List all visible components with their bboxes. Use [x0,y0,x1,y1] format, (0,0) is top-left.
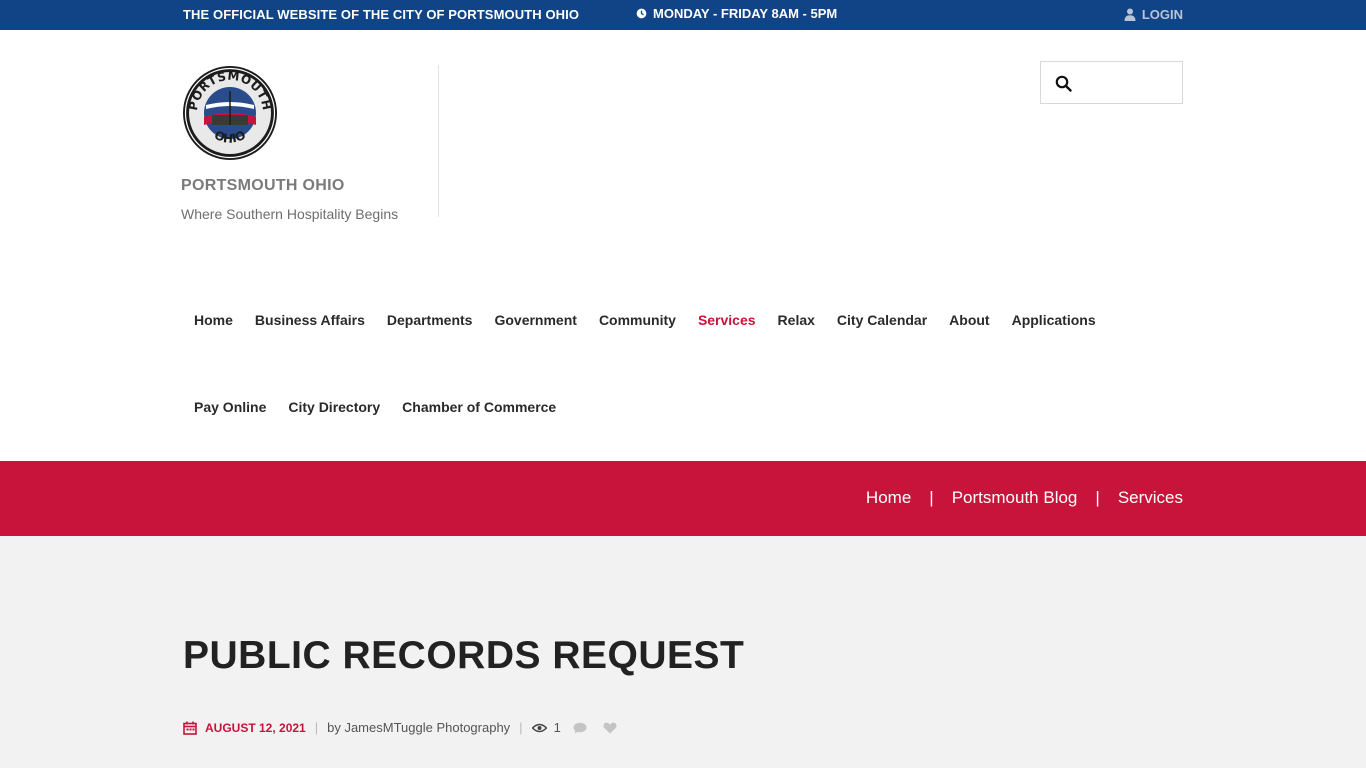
city-seal-logo[interactable]: PORTSMOUTH OHIO [182,65,278,161]
site-tagline: Where Southern Hospitality Begins [181,206,399,222]
nav-item-departments[interactable]: Departments [376,312,484,328]
breadcrumb-home[interactable]: Home [866,488,911,508]
clock-icon [636,8,647,19]
search-box[interactable] [1040,61,1183,104]
eye-icon [531,723,547,732]
nav-item-government[interactable]: Government [483,312,587,328]
main-nav-row-2: Pay Online City Directory Chamber of Com… [183,399,567,415]
search-input[interactable] [1079,68,1179,98]
nav-item-business-affairs[interactable]: Business Affairs [244,312,376,328]
breadcrumb: Home | Portsmouth Blog | Services [866,488,1183,508]
nav-item-city-calendar[interactable]: City Calendar [826,312,938,328]
heart-icon[interactable] [603,722,617,734]
nav-item-about[interactable]: About [938,312,1000,328]
view-count: 1 [553,720,561,735]
user-icon [1124,8,1136,21]
search-icon[interactable] [1055,75,1072,92]
office-hours-text: MONDAY - FRIDAY 8AM - 5PM [653,6,838,21]
nav-item-city-directory[interactable]: City Directory [277,399,391,415]
breadcrumb-portsmouth-blog[interactable]: Portsmouth Blog [952,488,1078,508]
post-meta: AUGUST 12, 2021 | by JamesMTuggle Photog… [183,720,617,735]
post-date[interactable]: AUGUST 12, 2021 [205,721,306,735]
login-label[interactable]: LOGIN [1142,7,1183,22]
breadcrumb-separator: | [929,488,934,507]
site-name[interactable]: PORTSMOUTH OHIO [181,177,345,195]
nav-item-applications[interactable]: Applications [1001,312,1107,328]
top-info-bar: THE OFFICIAL WEBSITE OF THE CITY OF PORT… [0,0,1366,30]
post-author[interactable]: by JamesMTuggle Photography [327,720,510,735]
nav-item-community[interactable]: Community [588,312,687,328]
post-title: PUBLIC RECORDS REQUEST [183,634,745,677]
nav-item-services[interactable]: Services [687,312,767,328]
login-link[interactable]: LOGIN [1124,7,1183,22]
nav-item-relax[interactable]: Relax [767,312,826,328]
meta-separator: | [314,720,319,735]
nav-item-home[interactable]: Home [183,312,244,328]
calendar-icon [183,721,197,735]
meta-separator: | [519,720,523,735]
header-divider [438,65,439,217]
nav-item-chamber-of-commerce[interactable]: Chamber of Commerce [391,399,567,415]
breadcrumb-services[interactable]: Services [1118,488,1183,508]
main-nav-row-1: Home Business Affairs Departments Govern… [183,312,1107,328]
comment-icon[interactable] [573,722,587,734]
breadcrumb-separator: | [1095,488,1100,507]
office-hours: MONDAY - FRIDAY 8AM - 5PM [636,6,837,21]
nav-item-pay-online[interactable]: Pay Online [183,399,277,415]
official-website-text: THE OFFICIAL WEBSITE OF THE CITY OF PORT… [183,7,580,22]
